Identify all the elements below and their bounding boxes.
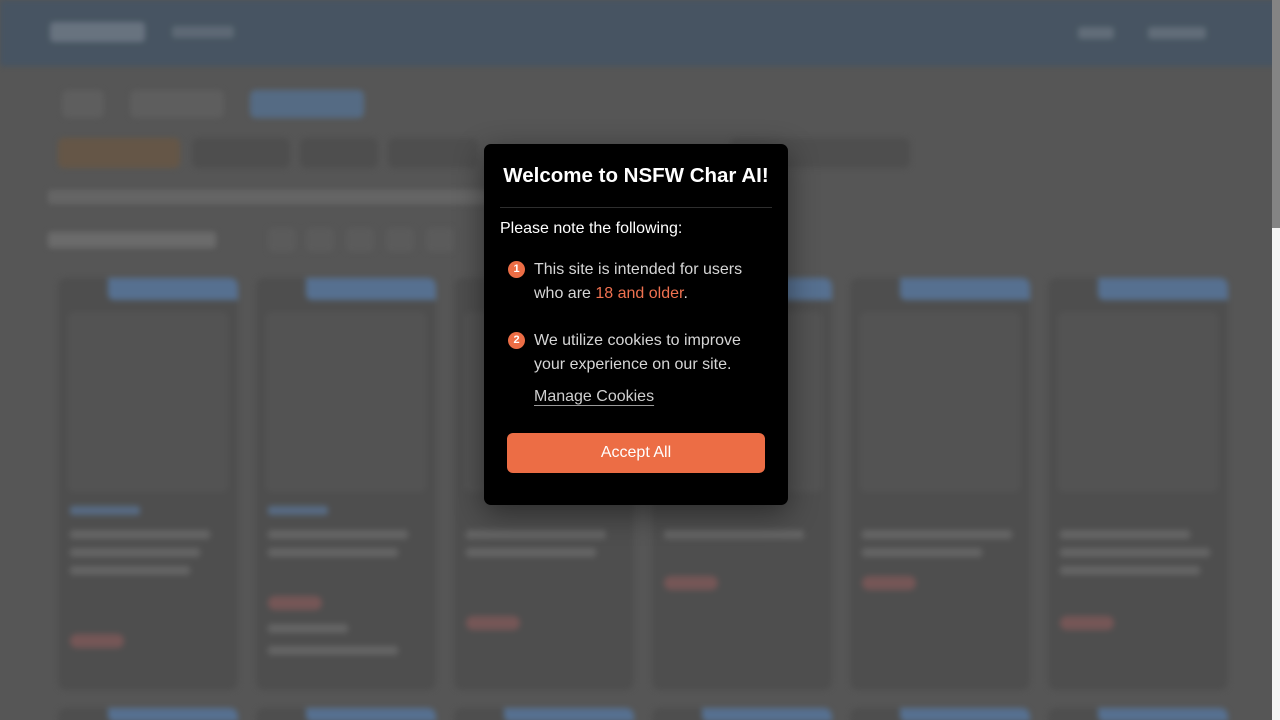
age-highlight: 18 and older xyxy=(595,285,684,302)
modal-intro: Please note the following: xyxy=(500,220,683,237)
age-notice-text: This site is intended for users who are … xyxy=(534,261,743,302)
number-badge: 2 xyxy=(508,332,525,349)
manage-cookies-link[interactable]: Manage Cookies xyxy=(534,388,654,406)
modal-divider xyxy=(500,207,772,208)
welcome-modal: Welcome to NSFW Char AI! Please note the… xyxy=(484,144,788,505)
number-badge: 1 xyxy=(508,261,525,278)
accept-all-button[interactable]: Accept All xyxy=(507,433,765,473)
modal-title: Welcome to NSFW Char AI! xyxy=(503,164,769,187)
cookie-notice-text: We utilize cookies to improve your exper… xyxy=(534,332,741,373)
